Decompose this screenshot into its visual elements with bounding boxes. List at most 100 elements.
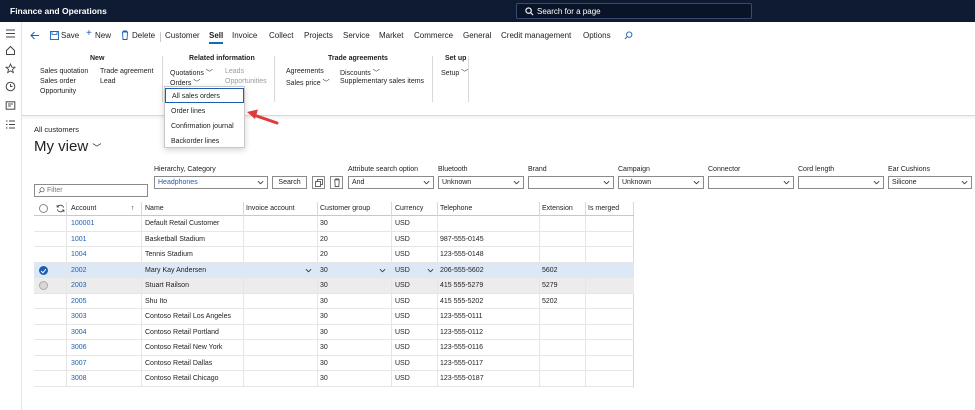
cell-name: Mary Kay Andersen xyxy=(145,266,207,274)
tab-general[interactable]: General xyxy=(463,31,491,40)
table-row[interactable]: 3004 Contoso Retail Portland 30 USD 123-555-… xyxy=(34,324,634,340)
brand-select[interactable] xyxy=(528,176,614,189)
tab-invoice[interactable]: Invoice xyxy=(232,31,257,40)
cell-telephone: 123-555-0148 xyxy=(440,251,484,258)
tab-sell[interactable]: Sell xyxy=(209,31,224,44)
table-row[interactable]: 2002 Mary Kay Andersen 30 USD 206-555-5602 56… xyxy=(34,262,634,278)
save-button[interactable]: Save xyxy=(61,31,79,40)
tab-options[interactable]: Options xyxy=(583,31,611,40)
sales-price-menu-button[interactable]: Sales price ﹀ xyxy=(286,78,330,88)
view-selector[interactable]: My view ﹀ xyxy=(34,138,101,155)
tab-projects[interactable]: Projects xyxy=(304,31,333,40)
column-header-name[interactable]: Name xyxy=(145,205,164,212)
column-header-is-merged[interactable]: Is merged xyxy=(588,205,619,212)
opportunity-button[interactable]: Opportunity xyxy=(40,88,76,95)
grid-filter-input[interactable]: Filter xyxy=(34,184,148,197)
back-arrow-icon[interactable] xyxy=(30,31,40,40)
search-icon[interactable] xyxy=(624,31,633,40)
column-header-customer-group[interactable]: Customer group xyxy=(320,205,370,212)
cell-account[interactable]: 1001 xyxy=(71,236,87,243)
global-search[interactable]: Search for a page xyxy=(516,3,752,19)
column-header-account[interactable]: Account xyxy=(71,205,96,212)
column-divider xyxy=(141,371,142,387)
supplementary-sales-items-button[interactable]: Supplementary sales items xyxy=(340,78,424,85)
table-row[interactable]: 3006 Contoso Retail New York 30 USD 123-555-… xyxy=(34,340,634,356)
cell-account[interactable]: 1004 xyxy=(71,251,87,258)
row-select-radio[interactable] xyxy=(39,265,48,275)
column-divider xyxy=(539,355,540,371)
copy-button[interactable] xyxy=(312,176,325,189)
tab-market[interactable]: Market xyxy=(379,31,403,40)
campaign-select[interactable]: Unknown xyxy=(618,176,704,189)
clock-icon[interactable] xyxy=(5,81,16,92)
modules-icon[interactable] xyxy=(5,119,16,130)
cell-account[interactable]: 2003 xyxy=(71,282,87,289)
cell-telephone: 123-555-0112 xyxy=(440,328,484,336)
menu-item-order-lines[interactable]: Order lines xyxy=(165,104,244,119)
table-row[interactable]: 3008 Contoso Retail Chicago 30 USD 123-555-0… xyxy=(34,371,634,387)
table-row[interactable]: 2005 Shu Ito 30 USD 415 555-5202 5202 xyxy=(34,293,634,309)
bluetooth-select[interactable]: Unknown xyxy=(438,176,524,189)
attribute-search-label: Attribute search option xyxy=(348,166,419,173)
hierarchy-select[interactable]: Headphones xyxy=(154,176,268,189)
cell-currency: USD xyxy=(395,282,410,289)
table-row[interactable]: 100001 Default Retail Customer 30 USD xyxy=(34,216,634,232)
home-icon[interactable] xyxy=(5,45,16,56)
tab-commerce[interactable]: Commerce xyxy=(414,31,453,40)
table-row[interactable]: 1004 Tennis Stadium 20 USD 123-555-0148 xyxy=(34,247,634,263)
ear-cushions-select[interactable]: Silicone xyxy=(888,176,972,189)
refresh-icon[interactable] xyxy=(56,204,65,213)
workspaces-icon[interactable] xyxy=(5,100,16,111)
column-divider xyxy=(539,202,540,216)
hamburger-icon[interactable] xyxy=(5,28,16,39)
cell-account[interactable]: 3007 xyxy=(71,360,87,367)
sales-quotation-button[interactable]: Sales quotation xyxy=(40,68,88,75)
table-row[interactable]: 2003 Stuart Railson 30 USD 415 555-5279 5279 xyxy=(34,278,634,294)
cell-account[interactable]: 3004 xyxy=(71,329,87,336)
cell-account[interactable]: 3003 xyxy=(71,313,87,320)
column-header-currency[interactable]: Currency xyxy=(395,205,423,212)
tab-customer[interactable]: Customer xyxy=(165,31,200,40)
agreements-button[interactable]: Agreements xyxy=(286,68,324,75)
cell-account[interactable]: 3008 xyxy=(71,375,87,382)
menu-item-confirmation-journal[interactable]: Confirmation journal xyxy=(165,119,244,134)
table-row[interactable]: 3007 Contoso Retail Dallas 30 USD 123-555-01… xyxy=(34,355,634,371)
sales-order-button[interactable]: Sales order xyxy=(40,78,76,85)
discounts-menu-button[interactable]: Discounts ﹀ xyxy=(340,68,380,78)
column-divider xyxy=(66,324,67,340)
cell-account[interactable]: 3006 xyxy=(71,344,87,351)
chevron-down-icon[interactable] xyxy=(305,267,312,274)
cord-length-select[interactable] xyxy=(798,176,884,189)
cell-account[interactable]: 2002 xyxy=(71,267,87,274)
clear-button[interactable] xyxy=(330,176,343,189)
cell-account[interactable]: 100001 xyxy=(71,220,94,227)
tab-credit-management[interactable]: Credit management xyxy=(501,31,571,40)
attribute-search-select[interactable]: And xyxy=(348,176,434,189)
search-button[interactable]: Search xyxy=(272,176,307,189)
column-header-extension[interactable]: Extension xyxy=(542,205,573,212)
star-icon[interactable] xyxy=(5,63,16,74)
column-divider xyxy=(317,202,318,216)
delete-button[interactable]: Delete xyxy=(132,31,155,40)
tab-collect[interactable]: Collect xyxy=(269,31,293,40)
select-all-radio[interactable] xyxy=(39,204,48,213)
quotations-menu-button[interactable]: Quotations ﹀ xyxy=(170,68,213,78)
column-header-invoice-account[interactable]: Invoice account xyxy=(246,205,295,212)
cell-account[interactable]: 2005 xyxy=(71,298,87,305)
new-button[interactable]: New xyxy=(95,31,111,40)
lead-button[interactable]: Lead xyxy=(100,78,116,85)
row-select-radio[interactable] xyxy=(39,281,48,290)
table-row[interactable]: 1001 Basketball Stadium 20 USD 987-555-0145 xyxy=(34,231,634,247)
setup-menu-button[interactable]: Setup ﹀ xyxy=(441,68,468,78)
menu-item-all-sales-orders[interactable]: All sales orders xyxy=(165,88,244,103)
chevron-down-icon[interactable] xyxy=(379,267,386,274)
tab-service[interactable]: Service xyxy=(343,31,370,40)
connector-select[interactable] xyxy=(708,176,794,189)
chevron-down-icon[interactable] xyxy=(427,267,434,274)
column-header-telephone[interactable]: Telephone xyxy=(440,205,472,212)
table-row[interactable]: 3003 Contoso Retail Los Angeles 30 USD 123-5… xyxy=(34,309,634,325)
trade-agreement-button[interactable]: Trade agreement xyxy=(100,68,153,75)
menu-item-backorder-lines[interactable]: Backorder lines xyxy=(165,134,244,149)
chevron-down-icon xyxy=(513,180,520,185)
column-divider xyxy=(585,278,586,294)
